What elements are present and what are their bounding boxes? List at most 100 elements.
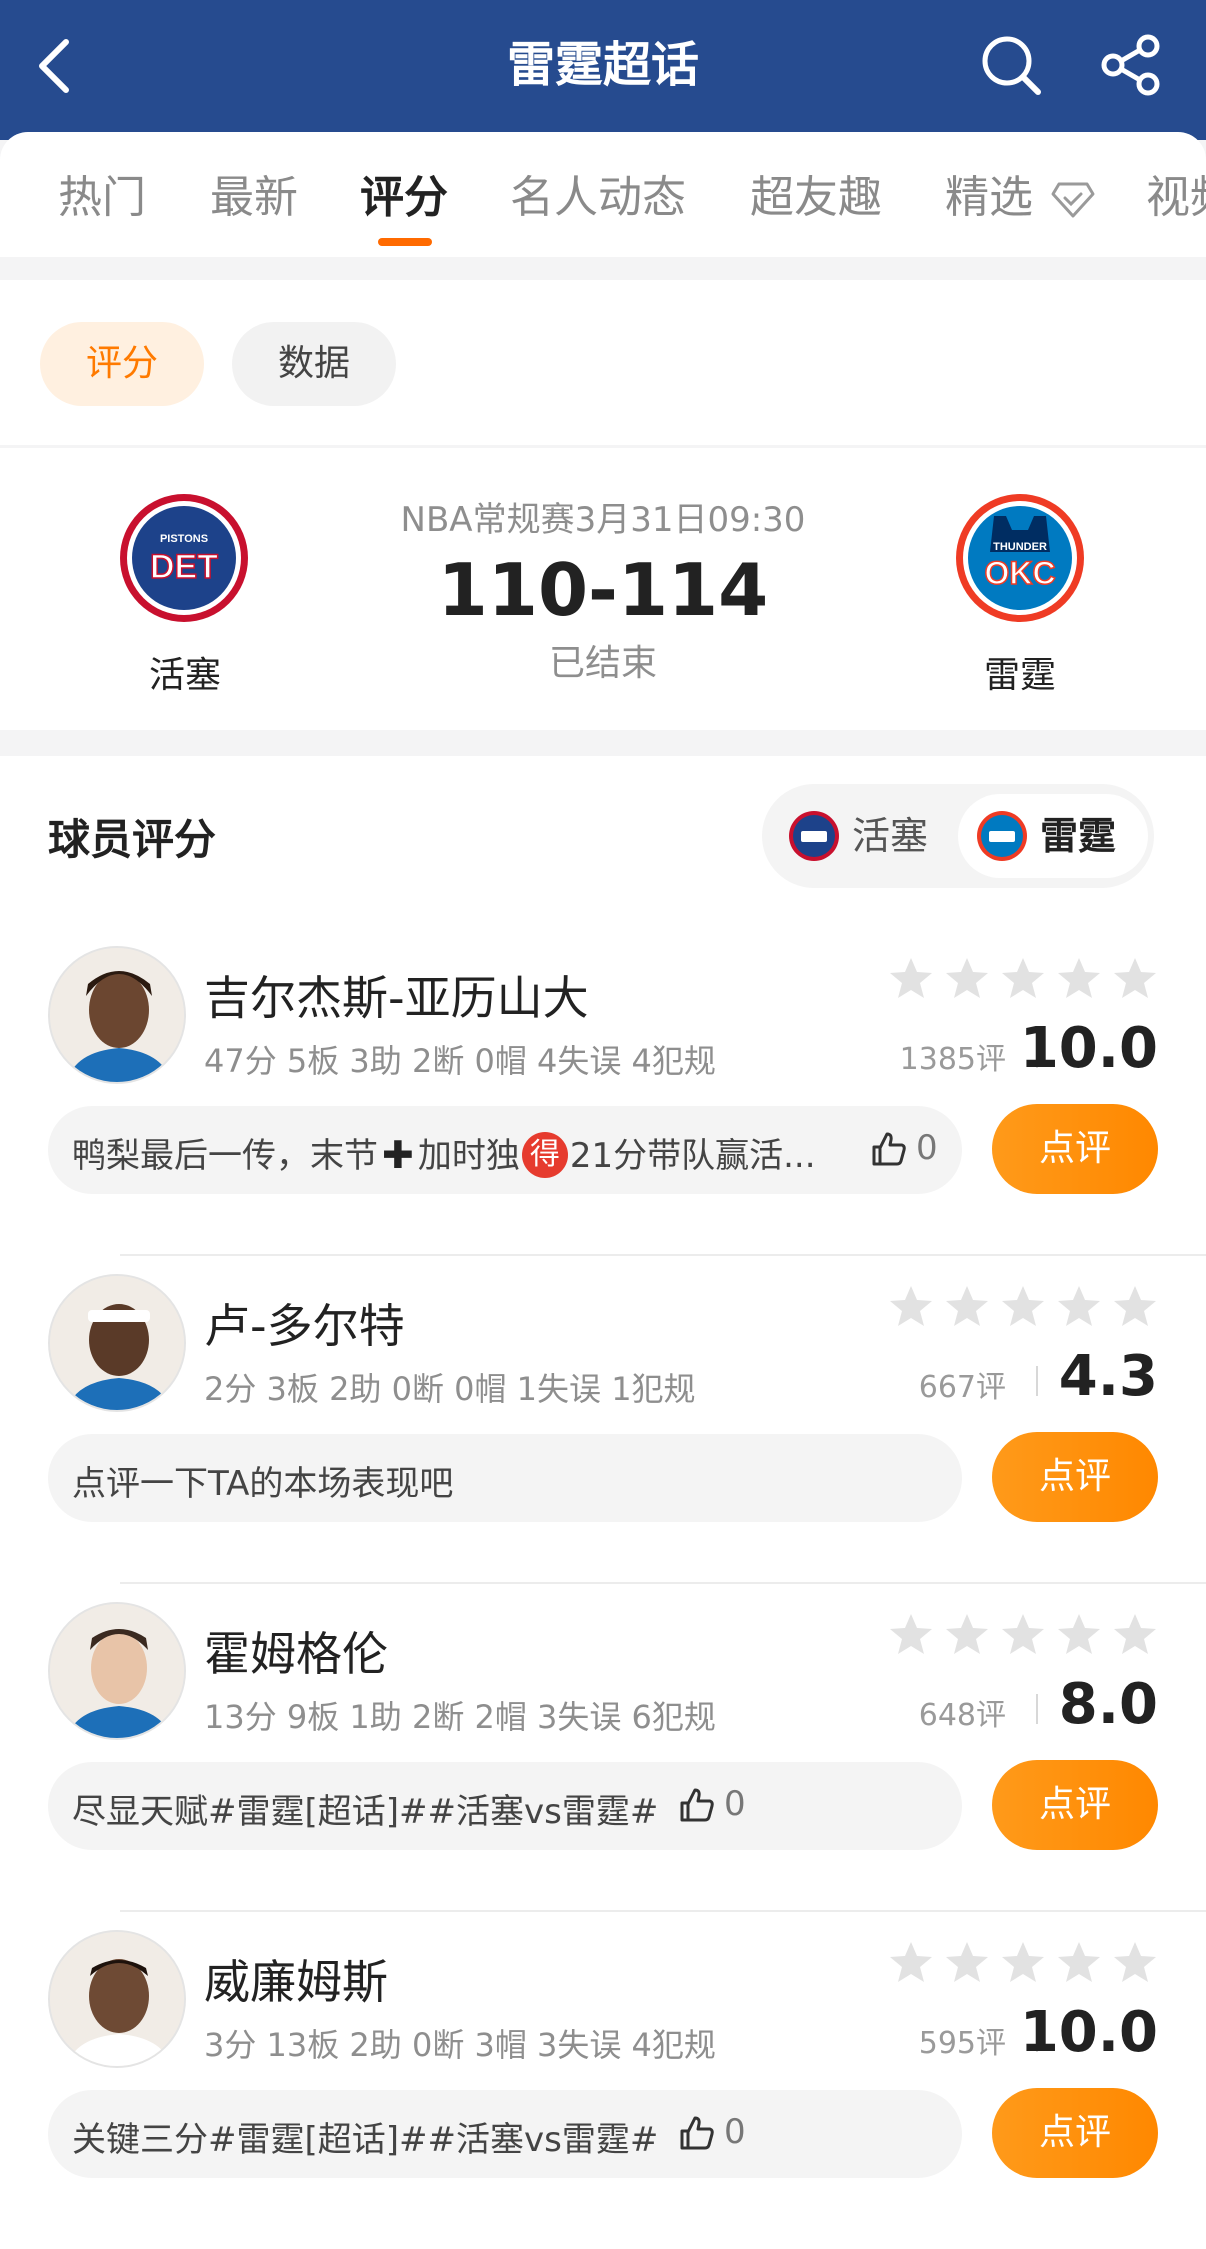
star-icon [1002, 958, 1044, 998]
rating-divider [1036, 1366, 1038, 1396]
thunder-mini-logo-icon [977, 811, 1027, 861]
comment-text-part: 鸭梨最后一传，末节 [72, 1136, 378, 1176]
star-icon [1114, 958, 1156, 998]
rating-count: 648评 [918, 1698, 1006, 1733]
team-switch-pistons[interactable]: 活塞 [770, 794, 940, 878]
rating-stars[interactable] [888, 956, 1158, 1000]
player-avatar[interactable] [48, 1602, 186, 1740]
player-stats: 47分 5板 3助 2断 0帽 4失误 4犯规 [204, 1042, 716, 1080]
player-row[interactable]: 吉尔杰斯-亚历山大 47分 5板 3助 2断 0帽 4失误 4犯规 1385评 … [0, 928, 1206, 1256]
player-photo-icon [50, 948, 184, 1082]
like-count: 0 [724, 2112, 746, 2152]
player-name: 卢-多尔特 [204, 1299, 405, 1353]
player-avatar[interactable] [48, 1930, 186, 2068]
thumbs-up-icon[interactable] [678, 2114, 716, 2152]
share-icon[interactable] [1098, 32, 1164, 98]
player-row[interactable]: 霍姆格伦 13分 9板 1助 2断 2帽 3失误 6犯规 648评 8.0 尽显… [0, 1584, 1206, 1912]
star-icon [890, 958, 932, 998]
topic-tabs: 热门 最新 评分 名人动态 超友趣 精选 视频 [0, 132, 1206, 257]
tab-fun[interactable]: 超友趣 [750, 168, 882, 228]
filter-data-chip[interactable]: 数据 [232, 322, 396, 406]
diamond-badge-icon [1051, 182, 1095, 218]
star-icon [946, 1942, 988, 1982]
rating-score: 10.0 [1019, 2000, 1158, 2065]
tab-latest[interactable]: 最新 [210, 168, 298, 228]
filter-bar: 评分 数据 [0, 280, 1206, 445]
player-avatar[interactable] [48, 946, 186, 1084]
app-header: 雷霆超话 [0, 0, 1206, 140]
rating-score: 8.0 [1058, 1672, 1158, 1737]
player-row[interactable]: 威廉姆斯 3分 13板 2助 0断 3帽 3失误 4犯规 595评 10.0 关… [0, 1912, 1206, 2240]
tab-hot[interactable]: 热门 [58, 168, 146, 228]
tab-featured[interactable]: 精选 [945, 168, 1095, 228]
player-ratings-section: 球员评分 活塞 雷霆 吉尔杰斯-亚历山大 47分 5板 3助 2断 0帽 4失误… [0, 756, 1206, 2249]
rating-stars[interactable] [888, 1940, 1158, 1984]
comment-text-part: 21分带队赢活... [569, 1136, 816, 1176]
rating-stars[interactable] [888, 1284, 1158, 1328]
star-icon [1114, 1614, 1156, 1654]
ratings-title: 球员评分 [48, 815, 217, 864]
star-icon [1058, 1942, 1100, 1982]
like-count: 0 [724, 1784, 746, 1824]
away-team-name: 雷霆 [983, 655, 1056, 696]
match-card[interactable]: PISTONS DET 活塞 NBA常规赛3月31日09:30 110-114 … [0, 448, 1206, 730]
star-icon [1002, 1614, 1044, 1654]
thumbs-up-icon[interactable] [870, 1130, 908, 1168]
search-icon[interactable] [978, 32, 1044, 98]
pistons-mini-logo-icon [789, 811, 839, 861]
star-icon [946, 958, 988, 998]
player-avatar[interactable] [48, 1274, 186, 1412]
player-name: 霍姆格伦 [204, 1627, 388, 1681]
review-button[interactable]: 点评 [992, 1432, 1158, 1522]
star-icon [1114, 1286, 1156, 1326]
de-emoji-badge: 得 [521, 1131, 568, 1178]
tab-rating[interactable]: 评分 [360, 168, 448, 228]
thunder-logo-top: THUNDER [993, 541, 1047, 553]
team-switch-pistons-label: 活塞 [852, 814, 929, 858]
star-icon [1002, 1942, 1044, 1982]
tab-celebrity[interactable]: 名人动态 [510, 168, 686, 228]
star-icon [890, 1614, 932, 1654]
comment-prompt[interactable]: 点评一下TA的本场表现吧 [48, 1434, 962, 1522]
thunder-logo-abbr: OKC [984, 555, 1055, 591]
top-comment[interactable]: 关键三分#雷霆[超话]##活塞vs雷霆# 0 [48, 2090, 962, 2178]
star-icon [1002, 1286, 1044, 1326]
player-stats: 13分 9板 1助 2断 2帽 3失误 6犯规 [204, 1698, 716, 1736]
player-photo-icon [50, 1276, 184, 1410]
review-button[interactable]: 点评 [992, 2088, 1158, 2178]
star-icon [1058, 1286, 1100, 1326]
rating-stars[interactable] [888, 1612, 1158, 1656]
star-icon [946, 1614, 988, 1654]
review-button[interactable]: 点评 [992, 1104, 1158, 1194]
rating-score: 10.0 [1019, 1016, 1158, 1081]
player-photo-icon [50, 1932, 184, 2066]
comment-text-part: 加时独 [417, 1136, 520, 1176]
player-name: 威廉姆斯 [204, 1955, 388, 2009]
top-comment[interactable]: 尽显天赋#雷霆[超话]##活塞vs雷霆# 0 [48, 1762, 962, 1850]
player-name: 吉尔杰斯-亚历山大 [204, 971, 589, 1025]
active-tab-indicator [378, 238, 432, 246]
top-comment[interactable]: 鸭梨最后一传，末节 ✚ 加时独得 21分带队赢活... 0 [48, 1106, 962, 1194]
comment-placeholder: 点评一下TA的本场表现吧 [72, 1464, 454, 1504]
star-icon [890, 1286, 932, 1326]
star-icon [946, 1286, 988, 1326]
tab-featured-label: 精选 [945, 172, 1033, 223]
like-count: 0 [916, 1128, 938, 1168]
team-switch: 活塞 雷霆 [762, 784, 1154, 888]
team-switch-thunder[interactable]: 雷霆 [958, 794, 1148, 878]
star-icon [1058, 958, 1100, 998]
thunder-logo-icon: THUNDER OKC [956, 494, 1084, 622]
thumbs-up-icon[interactable] [678, 1786, 716, 1824]
rating-count: 595评 [918, 2026, 1006, 2061]
plus-emoji-icon: ✚ [382, 1132, 414, 1177]
star-icon [1114, 1942, 1156, 1982]
review-button[interactable]: 点评 [992, 1760, 1158, 1850]
filter-rating-chip[interactable]: 评分 [40, 322, 204, 406]
star-icon [1058, 1614, 1100, 1654]
tab-video[interactable]: 视频 [1146, 168, 1206, 228]
team-switch-thunder-label: 雷霆 [1040, 814, 1117, 858]
player-row[interactable]: 卢-多尔特 2分 3板 2助 0断 0帽 1失误 1犯规 667评 4.3 点评… [0, 1256, 1206, 1584]
comment-text: 鸭梨最后一传，末节 ✚ 加时独得 21分带队赢活... [72, 1128, 816, 1178]
rating-divider [1036, 1694, 1038, 1724]
rating-count: 667评 [918, 1370, 1006, 1405]
